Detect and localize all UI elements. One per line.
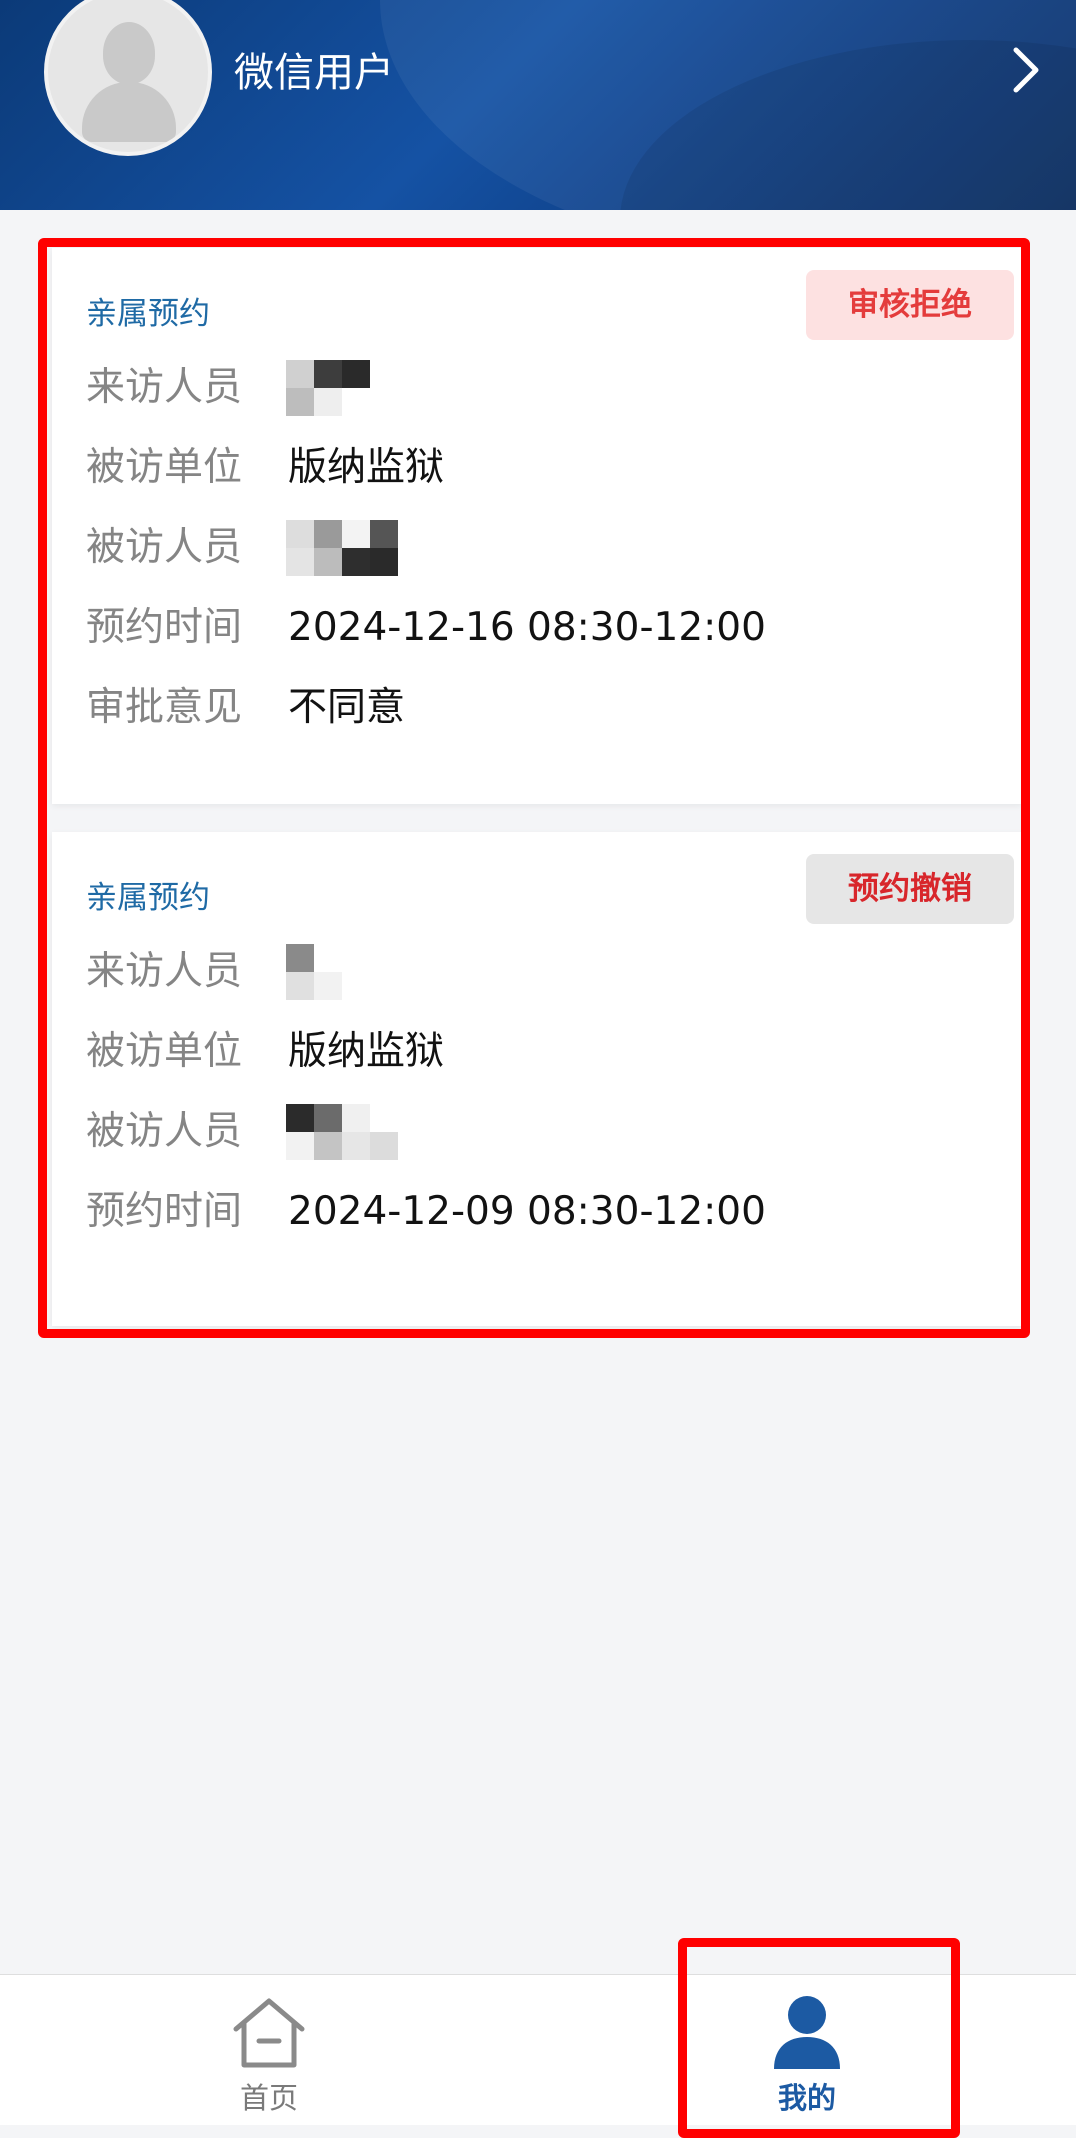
chevron-right-icon[interactable] bbox=[1006, 44, 1046, 96]
highlight-box bbox=[38, 238, 1030, 1338]
user-avatar-icon bbox=[44, 0, 212, 156]
tab-home[interactable]: 首页 bbox=[0, 1975, 538, 2125]
highlight-box bbox=[678, 1938, 960, 2138]
home-icon bbox=[233, 1998, 305, 2068]
tab-home-label: 首页 bbox=[239, 2081, 298, 2115]
profile-header[interactable]: 微信用户 bbox=[0, 0, 1076, 210]
username: 微信用户 bbox=[234, 50, 394, 96]
